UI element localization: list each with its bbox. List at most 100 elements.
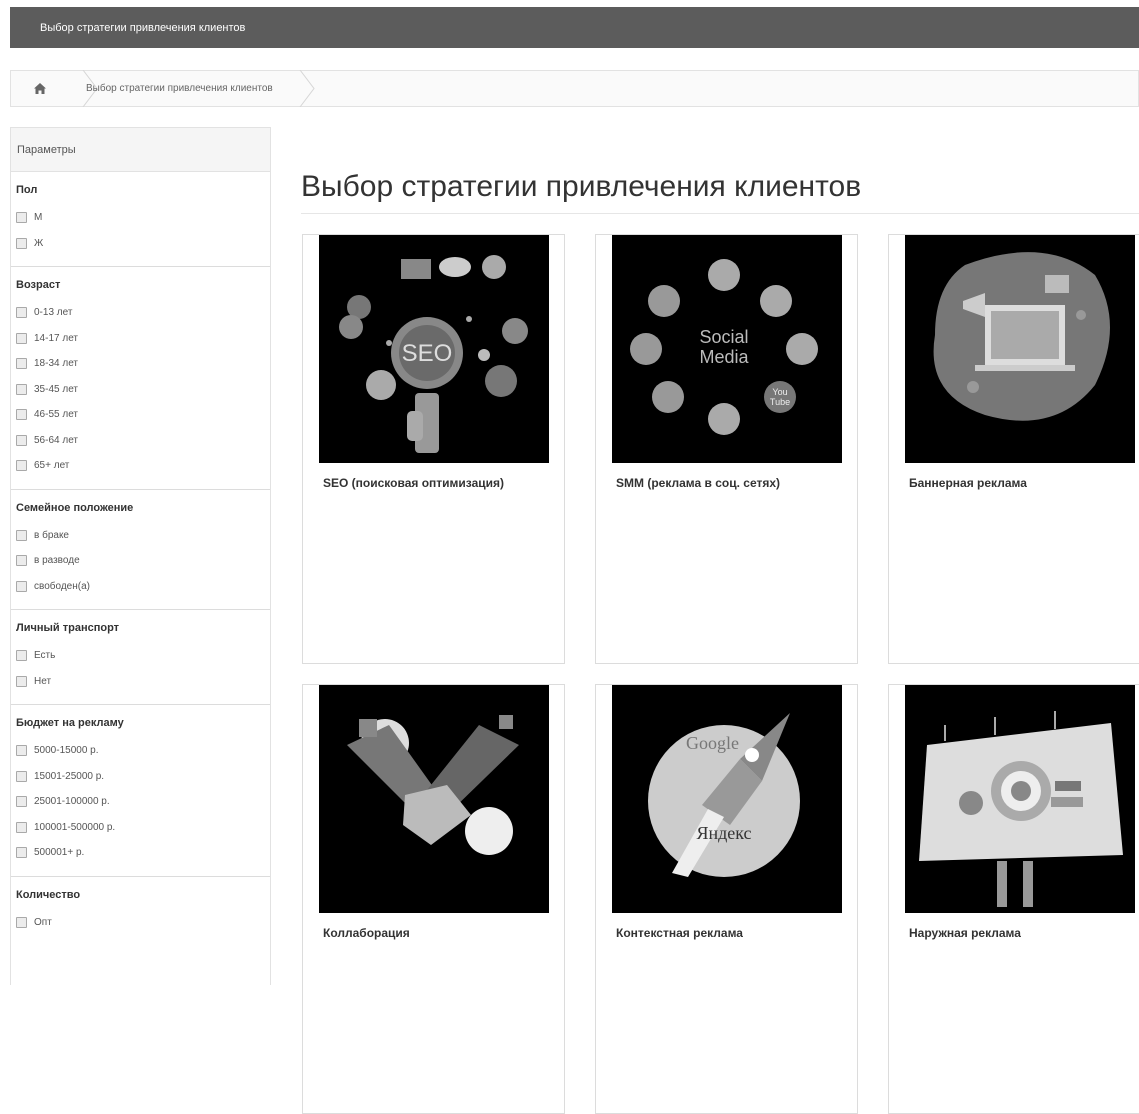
- checkbox[interactable]: [16, 237, 27, 249]
- filter-group-title: Бюджет на рекламу: [16, 717, 124, 729]
- filter-option-label: в разводе: [34, 555, 80, 567]
- filter-option[interactable]: свободен(а): [16, 574, 270, 600]
- strategy-card-seo[interactable]: SEO SEO (поисковая оптимизация): [302, 234, 565, 664]
- seo-illustration: SEO: [319, 235, 549, 463]
- checkbox[interactable]: [16, 307, 27, 319]
- filter-option-label: 5000-15000 р.: [34, 745, 99, 757]
- filter-option-label: М: [34, 212, 43, 224]
- filter-option-label: 65+ лет: [34, 460, 70, 472]
- strategy-card-outdoor[interactable]: Наружная реклама: [888, 684, 1139, 1114]
- banner-illustration: [905, 235, 1135, 463]
- card-title[interactable]: Коллаборация: [323, 926, 545, 941]
- checkbox[interactable]: [16, 650, 27, 662]
- breadcrumb: Выбор стратегии привлечения клиентов: [10, 70, 1139, 107]
- card-title[interactable]: Контекстная реклама: [616, 926, 838, 941]
- filter-option-label: 18-34 лет: [34, 358, 78, 370]
- filter-option[interactable]: 0-13 лет: [16, 300, 270, 326]
- filter-option-label: Нет: [34, 675, 52, 687]
- strategy-card-smm[interactable]: Social Media You Tube SMM (реклама в соц…: [595, 234, 858, 664]
- filter-option[interactable]: Ж: [16, 231, 270, 257]
- filter-option-label: свободен(а): [34, 580, 90, 592]
- filter-option[interactable]: 18-34 лет: [16, 351, 270, 377]
- billboard-graphic: [919, 711, 1123, 907]
- filter-group-title: Возраст: [16, 279, 61, 291]
- filter-group: Бюджет на рекламу 5000-15000 р. 15001-2500…: [11, 705, 270, 877]
- google-label: Google: [686, 733, 739, 753]
- card-title[interactable]: Баннерная реклама: [909, 476, 1131, 491]
- yandex-label: Яндекс: [696, 823, 751, 843]
- checkbox[interactable]: [16, 460, 27, 472]
- checkbox[interactable]: [16, 358, 27, 370]
- filter-option[interactable]: 15001-25000 р.: [16, 764, 270, 790]
- top-header-bar: Выбор стратегии привлечения клиентов: [10, 7, 1139, 48]
- breadcrumb-current[interactable]: Выбор стратегии привлечения клиентов: [68, 70, 315, 107]
- filter-option[interactable]: 500001+ р.: [16, 840, 270, 866]
- strategy-card-context[interactable]: Google Яндекс Контекстная реклама: [595, 684, 858, 1114]
- card-title[interactable]: Наружная реклама: [909, 926, 1131, 941]
- title-divider: [301, 213, 1139, 214]
- filter-option-label: 14-17 лет: [34, 332, 78, 344]
- checkbox[interactable]: [16, 916, 27, 928]
- rocket-graphic: Google Яндекс: [648, 713, 800, 877]
- context-illustration: Google Яндекс: [612, 685, 842, 913]
- filter-option[interactable]: 56-64 лет: [16, 428, 270, 454]
- filter-option[interactable]: 35-45 лет: [16, 377, 270, 403]
- smm-graphic: Social Media You Tube: [630, 259, 818, 435]
- filter-option-label: 25001-100000 р.: [34, 796, 110, 808]
- smm-illustration: Social Media You Tube: [612, 235, 842, 463]
- checkbox[interactable]: [16, 770, 27, 782]
- filter-group: Личный транспорт Есть Нет: [11, 610, 270, 705]
- checkbox[interactable]: [16, 847, 27, 859]
- card-title[interactable]: SEO (поисковая оптимизация): [323, 476, 545, 491]
- filter-option[interactable]: 25001-100000 р.: [16, 789, 270, 815]
- filter-option[interactable]: 46-55 лет: [16, 402, 270, 428]
- checkbox[interactable]: [16, 675, 27, 687]
- filter-option[interactable]: 5000-15000 р.: [16, 738, 270, 764]
- checkbox[interactable]: [16, 555, 27, 567]
- filter-option[interactable]: 14-17 лет: [16, 326, 270, 352]
- strategy-card-banner[interactable]: Баннерная реклама: [888, 234, 1139, 664]
- checkbox[interactable]: [16, 796, 27, 808]
- breadcrumb-home[interactable]: [11, 70, 98, 107]
- sidebar-title: Параметры: [11, 128, 270, 172]
- smm-image-label-1: Social: [699, 327, 748, 347]
- filter-option[interactable]: в разводе: [16, 548, 270, 574]
- checkbox[interactable]: [16, 580, 27, 592]
- page-title: Выбор стратегии привлечения клиентов: [301, 170, 862, 203]
- home-icon: [33, 83, 46, 94]
- filter-option-label: 15001-25000 р.: [34, 770, 105, 782]
- checkbox[interactable]: [16, 409, 27, 421]
- filter-option[interactable]: Опт: [16, 910, 270, 936]
- filter-option-label: Опт: [34, 916, 52, 928]
- filter-option[interactable]: в браке: [16, 523, 270, 549]
- checkbox[interactable]: [16, 745, 27, 757]
- filter-option[interactable]: 100001-500000 р.: [16, 815, 270, 841]
- checkbox[interactable]: [16, 529, 27, 541]
- card-title[interactable]: SMM (реклама в соц. сетях): [616, 476, 838, 491]
- filter-option[interactable]: 65+ лет: [16, 453, 270, 479]
- banner-graphic: [933, 252, 1110, 421]
- filter-option[interactable]: Нет: [16, 669, 270, 695]
- header-title[interactable]: Выбор стратегии привлечения клиентов: [40, 22, 245, 34]
- breadcrumb-current-label: Выбор стратегии привлечения клиентов: [86, 83, 273, 94]
- outdoor-illustration: [905, 685, 1135, 913]
- filter-option-label: 500001+ р.: [34, 847, 85, 859]
- filter-group-title: Личный транспорт: [16, 622, 120, 634]
- checkbox[interactable]: [16, 212, 27, 224]
- smm-image-label-2: Media: [699, 347, 749, 367]
- filter-group: Пол М Ж: [11, 172, 270, 267]
- filter-option-label: Есть: [34, 650, 56, 662]
- checkbox[interactable]: [16, 434, 27, 446]
- seo-graphic: SEO: [339, 255, 528, 453]
- filter-option-label: 46-55 лет: [34, 409, 78, 421]
- checkbox[interactable]: [16, 332, 27, 344]
- youtube-label-2: Tube: [770, 397, 790, 407]
- filter-option[interactable]: М: [16, 205, 270, 231]
- filter-option-label: в браке: [34, 529, 69, 541]
- strategy-card-collaboration[interactable]: Коллаборация: [302, 684, 565, 1114]
- checkbox[interactable]: [16, 821, 27, 833]
- filter-group-title: Количество: [16, 888, 81, 901]
- filter-option[interactable]: Есть: [16, 643, 270, 669]
- checkbox[interactable]: [16, 383, 27, 395]
- filter-sidebar: Параметры Пол М Ж Возраст 0-13 лет 14-17 лет 1…: [10, 127, 271, 985]
